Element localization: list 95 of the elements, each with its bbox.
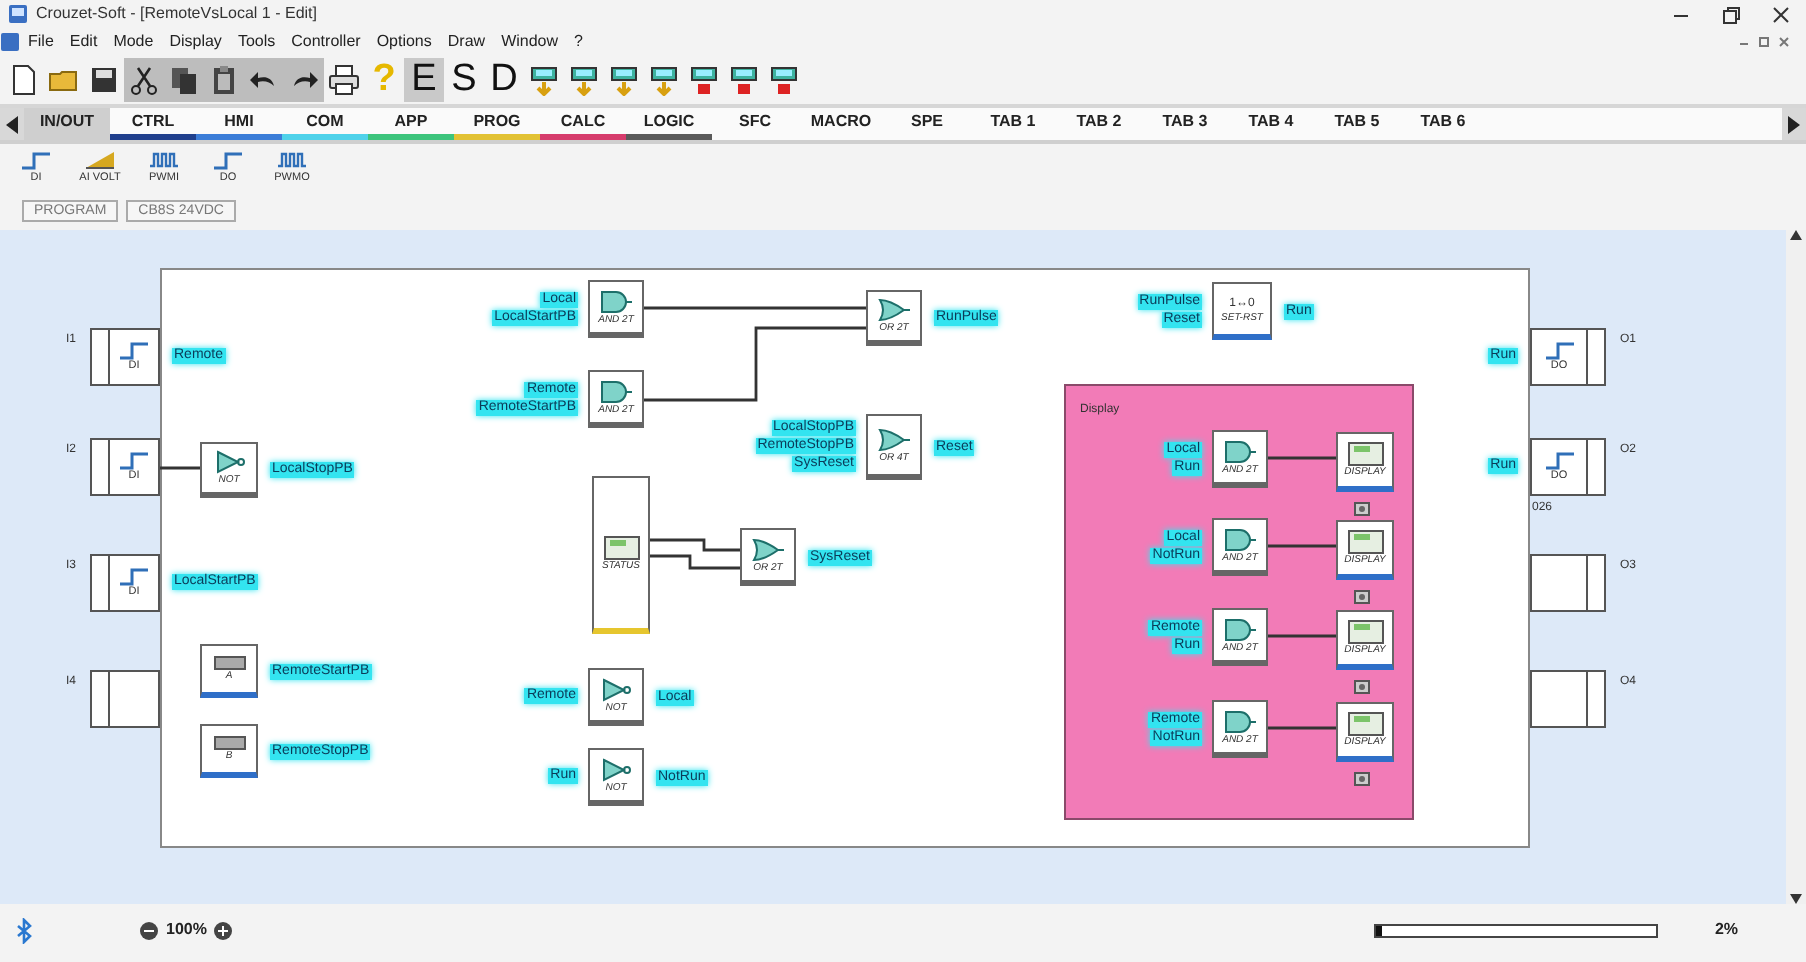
mode-button[interactable]: E — [404, 58, 444, 102]
tab[interactable]: HMI — [196, 108, 282, 140]
and-gate-icon — [1222, 439, 1258, 463]
menu-item[interactable]: Tools — [229, 30, 284, 54]
screen-icon — [1347, 620, 1383, 644]
menu-item[interactable]: ? — [566, 30, 591, 54]
tab[interactable]: IN/OUT — [24, 108, 110, 140]
transfer-icon[interactable] — [608, 64, 640, 96]
tab[interactable]: TAB 2 — [1056, 108, 1142, 140]
not-gate-icon — [211, 450, 247, 474]
tab[interactable]: COM — [282, 108, 368, 140]
tab[interactable]: TAB 3 — [1142, 108, 1228, 140]
left-arrow-icon[interactable] — [6, 115, 18, 133]
zoom-in-icon[interactable] — [214, 921, 233, 939]
clipboard-icon[interactable] — [208, 64, 240, 96]
tab[interactable]: TAB 5 — [1314, 108, 1400, 140]
menu-item[interactable]: File — [20, 30, 62, 54]
scroll-up-icon[interactable] — [1790, 230, 1802, 240]
and-gate-icon — [1222, 527, 1258, 551]
screen-icon — [1347, 712, 1383, 736]
or-gate-icon — [876, 298, 912, 322]
and-gate-icon — [1222, 709, 1258, 733]
step-signal-icon — [20, 150, 52, 170]
menu-item[interactable]: Options — [368, 30, 440, 54]
scissors-icon[interactable] — [128, 64, 160, 96]
scroll-down-icon[interactable] — [1790, 894, 1802, 904]
lcd-key-icon — [213, 656, 245, 670]
restore-icon[interactable] — [1722, 5, 1740, 23]
tab[interactable]: CTRL — [110, 108, 196, 140]
and-gate-icon — [598, 289, 634, 313]
menu-item[interactable]: Window — [493, 30, 567, 54]
scrollbar[interactable] — [1786, 230, 1806, 904]
or-gate-icon — [876, 427, 912, 451]
tab[interactable]: PROG — [454, 108, 540, 140]
menu-item[interactable]: Controller — [283, 30, 369, 54]
zoom-level: 100% — [166, 918, 207, 942]
run-control-icon[interactable] — [688, 64, 720, 96]
or-gate-icon — [750, 537, 786, 561]
and-gate-icon — [1222, 617, 1258, 641]
tab[interactable]: SFC — [712, 108, 798, 140]
tab[interactable]: TAB 1 — [970, 108, 1056, 140]
not-gate-icon — [598, 677, 634, 701]
wire — [160, 466, 200, 470]
ramp-signal-icon — [84, 150, 116, 170]
empty-terminal — [1530, 670, 1606, 728]
transfer-icon[interactable] — [568, 64, 600, 96]
step-signal-icon — [118, 340, 150, 360]
lcd-key-icon — [213, 736, 245, 750]
menu-item[interactable]: Draw — [439, 30, 494, 54]
progress-reading: 2% — [1714, 918, 1738, 942]
wire — [1268, 456, 1336, 460]
document-icon — [0, 32, 20, 52]
empty-terminal — [90, 670, 160, 728]
transfer-icon[interactable] — [648, 64, 680, 96]
printer-icon[interactable] — [328, 64, 360, 96]
transfer-icon[interactable] — [528, 64, 560, 96]
tab[interactable]: APP — [368, 108, 454, 140]
empty-terminal — [1530, 554, 1606, 612]
app-icon — [8, 4, 28, 24]
tab[interactable]: CALC — [540, 108, 626, 140]
step-signal-icon — [1543, 340, 1575, 360]
bluetooth-icon — [16, 917, 32, 943]
screen-icon — [1347, 530, 1383, 554]
not-gate-icon — [598, 757, 634, 781]
wire — [1268, 544, 1336, 548]
tab[interactable]: TAB 4 — [1228, 108, 1314, 140]
menu-item[interactable]: Mode — [105, 30, 162, 54]
tab[interactable]: TAB 6 — [1400, 108, 1486, 140]
copy-icon[interactable] — [168, 64, 200, 96]
screen-icon — [603, 535, 639, 559]
run-control-icon[interactable] — [728, 64, 760, 96]
mode-button[interactable]: S — [444, 58, 484, 102]
wire — [1268, 726, 1336, 730]
wire — [1268, 634, 1336, 638]
save-icon[interactable] — [88, 64, 120, 96]
menu-item[interactable]: Display — [161, 30, 230, 54]
new-file-icon[interactable] — [8, 64, 40, 96]
close-icon[interactable] — [1772, 5, 1790, 23]
run-control-icon[interactable] — [768, 64, 800, 96]
mode-button[interactable]: D — [484, 58, 524, 102]
step-signal-icon — [118, 566, 150, 586]
and-gate-icon — [598, 379, 634, 403]
zoom-out-icon[interactable] — [140, 921, 158, 939]
step-signal-icon — [1543, 450, 1575, 470]
tab[interactable]: SPE — [884, 108, 970, 140]
step-signal-icon — [212, 150, 244, 170]
window-title: Crouzet-Soft - [RemoteVsLocal 1 - Edit] — [36, 2, 317, 26]
tab[interactable]: LOGIC — [626, 108, 712, 140]
screen-icon — [1347, 442, 1383, 466]
step-signal-icon — [118, 450, 150, 470]
right-arrow-icon[interactable] — [1788, 115, 1800, 133]
pulse-signal-icon — [276, 150, 308, 170]
pulse-signal-icon — [148, 150, 180, 170]
tab[interactable]: MACRO — [798, 108, 884, 140]
menu-item[interactable]: Edit — [61, 30, 106, 54]
